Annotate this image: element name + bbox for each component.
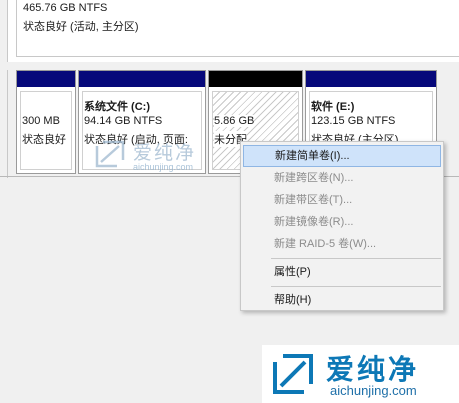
- top-partition[interactable]: 465.76 GB NTFS 状态良好 (活动, 主分区): [16, 0, 459, 57]
- partition-size: 123.15 GB NTFS: [311, 115, 396, 127]
- disk-label-column: [0, 70, 8, 178]
- partition-size: 94.14 GB NTFS: [84, 115, 163, 127]
- partition-stripe: [79, 71, 205, 87]
- partition-status: 状态良好: [22, 134, 66, 146]
- watermark-faint: 爱纯净 aichunjing.com: [95, 138, 235, 178]
- partition-size: 300 MB: [22, 115, 60, 127]
- partition-name: 软件 (E:): [311, 101, 355, 113]
- menu-item-new-striped-volume[interactable]: 新建带区卷(T)...: [243, 189, 441, 211]
- menu-item-new-simple-volume[interactable]: 新建简单卷(I)...: [243, 145, 441, 167]
- watermark-url: aichunjing.com: [133, 162, 194, 172]
- watermark-brand: 爱纯净 aichunjing.com: [262, 345, 459, 403]
- watermark-name: 爱纯净: [133, 143, 197, 164]
- menu-item-help[interactable]: 帮助(H): [243, 289, 441, 311]
- menu-item-new-mirrored-volume[interactable]: 新建镜像卷(R)...: [243, 211, 441, 233]
- menu-item-properties[interactable]: 属性(P): [243, 261, 441, 283]
- partition-size: 5.86 GB: [214, 115, 255, 127]
- partition-recovery[interactable]: 300 MB 状态良好: [16, 70, 76, 174]
- menu-item-new-spanned-volume[interactable]: 新建跨区卷(N)...: [243, 167, 441, 189]
- partition-stripe: [209, 71, 302, 87]
- disk-label-column: [0, 0, 8, 62]
- partition-stripe: [306, 71, 436, 87]
- top-partition-status: 状态良好 (活动, 主分区): [23, 21, 139, 33]
- menu-item-new-raid5-volume[interactable]: 新建 RAID-5 卷(W)...: [243, 233, 441, 255]
- top-partition-size: 465.76 GB NTFS: [23, 2, 108, 14]
- partition-stripe: [17, 71, 75, 87]
- top-disk-strip: 465.76 GB NTFS 状态良好 (活动, 主分区): [0, 0, 459, 62]
- watermark-logo-icon: [95, 140, 125, 168]
- watermark-name: 爱纯净: [326, 354, 420, 385]
- watermark-logo-icon: [273, 354, 313, 394]
- partition-name: 系统文件 (C:): [84, 101, 150, 113]
- menu-separator: [271, 258, 441, 259]
- menu-separator: [271, 286, 441, 287]
- watermark-url: aichunjing.com: [330, 383, 417, 398]
- context-menu: 新建简单卷(I)... 新建跨区卷(N)... 新建带区卷(T)... 新建镜像…: [240, 141, 444, 311]
